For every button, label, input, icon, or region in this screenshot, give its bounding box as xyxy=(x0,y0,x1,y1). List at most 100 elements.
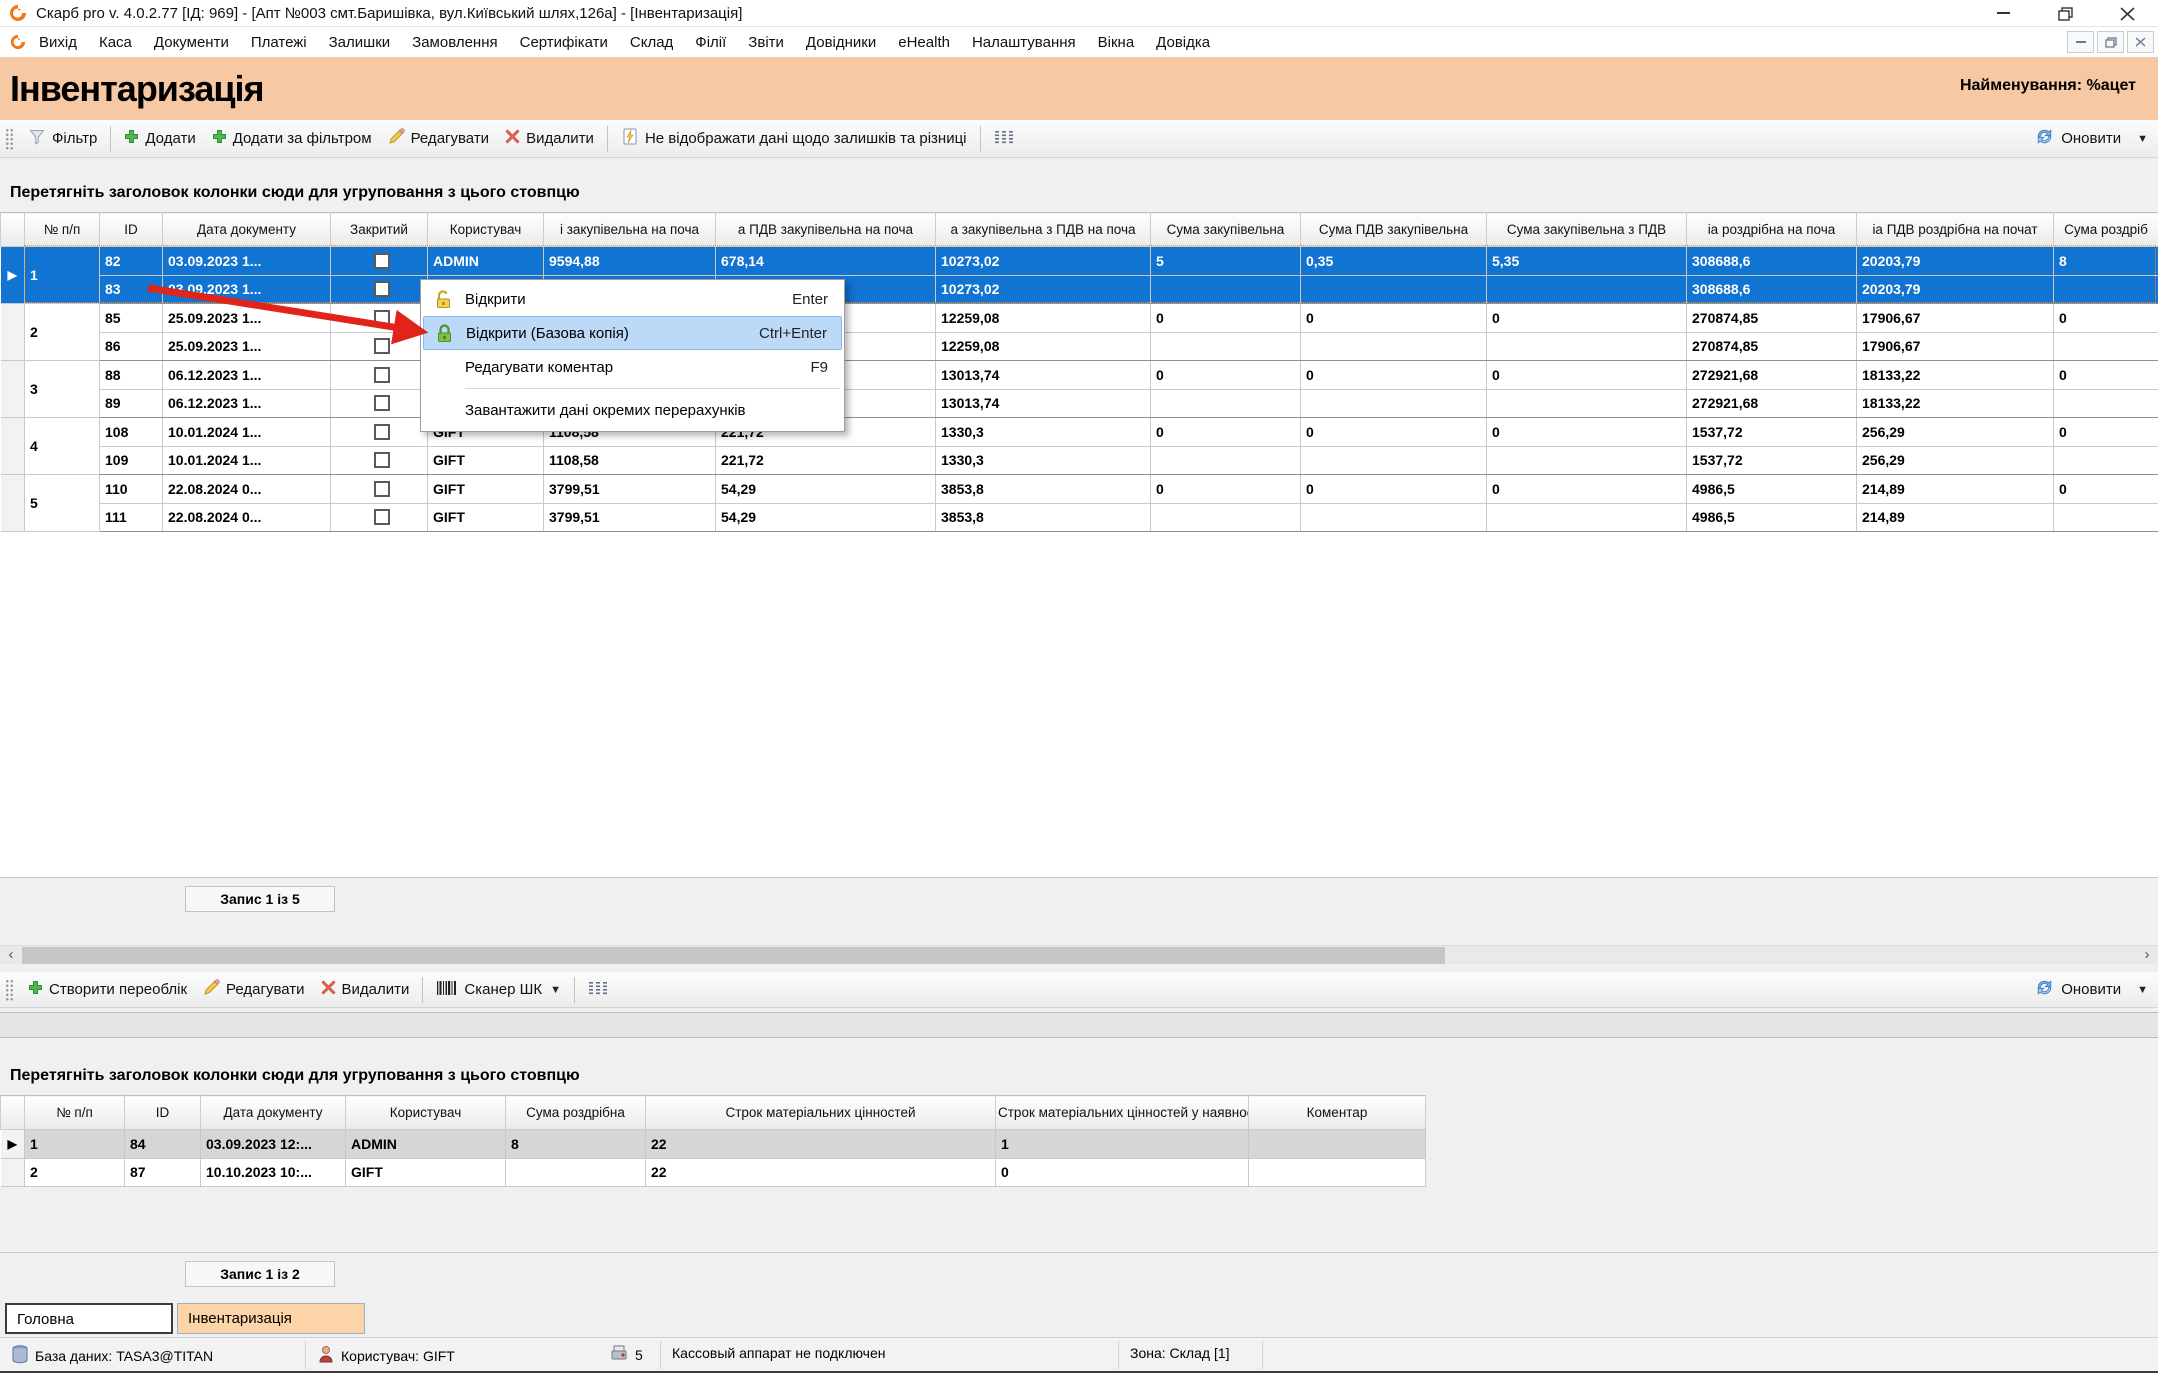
hide-residue-data-button[interactable]: Не відображати дані щодо залишків та різ… xyxy=(613,124,975,154)
cell-group-num[interactable]: 1 xyxy=(25,247,100,304)
closed-checkbox[interactable] xyxy=(374,281,390,297)
refresh-button[interactable]: Оновити xyxy=(2026,973,2129,1006)
menu-item-payments[interactable]: Платежі xyxy=(251,34,307,51)
header-sum-retail[interactable]: Сума роздріб xyxy=(2054,213,2158,247)
menu-item-windows[interactable]: Вікна xyxy=(1098,34,1135,51)
scroll-right-icon[interactable]: › xyxy=(2136,946,2158,965)
menu-item-branches[interactable]: Філії xyxy=(695,34,726,51)
pencil-icon xyxy=(203,979,220,1000)
cell-group-num[interactable]: 5 xyxy=(25,475,100,532)
header-closed[interactable]: Закритий xyxy=(331,213,428,247)
context-menu-item-edit-comment[interactable]: Редагувати коментар F9 xyxy=(423,350,842,384)
context-menu-item-load-recount-data[interactable]: Завантажити дані окремих перерахунків xyxy=(423,393,842,427)
menu-item-orders[interactable]: Замовлення xyxy=(412,34,497,51)
closed-checkbox[interactable] xyxy=(374,395,390,411)
header-vat-retail-start[interactable]: іа ПДВ роздрібна на почат xyxy=(1857,213,2054,247)
lock-open-yellow-icon xyxy=(423,290,465,309)
scanner-dropdown-caret: ▼ xyxy=(550,984,561,996)
menu-item-documents[interactable]: Документи xyxy=(154,34,229,51)
add-button[interactable]: Додати xyxy=(116,125,203,152)
menu-item-ehealth[interactable]: eHealth xyxy=(898,34,950,51)
table-row: 89 06.12.2023 1... 13013,74 272921,68 18… xyxy=(1,389,2158,418)
restore-button[interactable] xyxy=(2034,0,2096,27)
page-banner: Інвентаризація Найменування: %ацет xyxy=(0,57,2158,120)
menu-item-warehouse[interactable]: Склад xyxy=(630,34,673,51)
refresh-dropdown-caret[interactable]: ▼ xyxy=(2137,133,2148,145)
create-recount-button[interactable]: Створити переоблік xyxy=(20,976,195,1003)
menu-item-exit[interactable]: Вихід xyxy=(39,34,77,51)
header-user[interactable]: Користувач xyxy=(346,1096,506,1130)
main-toolbar: Фільтр Додати Додати за фільтром Редагув… xyxy=(0,120,2158,158)
mdi-minimize-button[interactable] xyxy=(2067,31,2094,53)
header-comment[interactable]: Коментар xyxy=(1249,1096,1426,1130)
closed-checkbox[interactable] xyxy=(374,367,390,383)
toolbar-drag-handle[interactable] xyxy=(5,128,14,150)
header-sum-retail[interactable]: Сума роздрібна xyxy=(506,1096,646,1130)
scroll-left-icon[interactable]: ‹ xyxy=(0,946,22,965)
closed-checkbox[interactable] xyxy=(374,424,390,440)
menu-item-directories[interactable]: Довідники xyxy=(806,34,876,51)
closed-checkbox[interactable] xyxy=(374,452,390,468)
status-bar: База даних: TASA3@TITAN Користувач: GIFT… xyxy=(0,1337,2158,1371)
menu-item-stock[interactable]: Залишки xyxy=(329,34,391,51)
closed-checkbox[interactable] xyxy=(374,338,390,354)
menu-item-settings[interactable]: Налаштування xyxy=(972,34,1076,51)
row-indicator: ▶ xyxy=(1,1130,25,1159)
closed-checkbox[interactable] xyxy=(374,481,390,497)
add-by-filter-button[interactable]: Додати за фільтром xyxy=(204,125,380,152)
menu-item-reports[interactable]: Звіти xyxy=(748,34,784,51)
edit-button[interactable]: Редагувати xyxy=(380,124,498,153)
header-id[interactable]: ID xyxy=(125,1096,201,1130)
user-icon xyxy=(318,1345,334,1366)
cell-group-num[interactable]: 4 xyxy=(25,418,100,475)
tab-inventory[interactable]: Інвентаризація xyxy=(177,1303,365,1334)
tab-home[interactable]: Головна xyxy=(5,1303,173,1334)
mdi-close-button[interactable] xyxy=(2127,31,2154,53)
toolbar-drag-handle[interactable] xyxy=(5,979,14,1001)
refresh-button[interactable]: Оновити xyxy=(2026,122,2129,155)
filter-button[interactable]: Фільтр xyxy=(20,124,105,154)
header-date[interactable]: Дата документу xyxy=(201,1096,346,1130)
header-retail-start[interactable]: іа роздрібна на поча xyxy=(1687,213,1857,247)
cell-group-num[interactable]: 2 xyxy=(25,304,100,361)
context-menu-item-open[interactable]: Відкрити Enter xyxy=(423,282,842,316)
context-menu-item-open-base-copy[interactable]: Відкрити (Базова копія) Ctrl+Enter xyxy=(423,316,842,350)
menu-item-certificates[interactable]: Сертифікати xyxy=(520,34,608,51)
scrollbar-thumb[interactable] xyxy=(22,947,1445,964)
header-date[interactable]: Дата документу xyxy=(163,213,331,247)
horizontal-scrollbar[interactable]: ‹ › xyxy=(0,945,2158,964)
inventory-grid: № п/п ID Дата документу Закритий Користу… xyxy=(0,212,2158,877)
header-purchase-start[interactable]: і закупівельна на поча xyxy=(544,213,716,247)
edit-button[interactable]: Редагувати xyxy=(195,975,313,1004)
column-chooser-button[interactable] xyxy=(986,125,1022,153)
header-material-rows[interactable]: Строк матеріальних цінностей xyxy=(646,1096,996,1130)
header-num[interactable]: № п/п xyxy=(25,1096,125,1130)
header-sum-vat-purchase[interactable]: Сума ПДВ закупівельна xyxy=(1301,213,1487,247)
header-vat-purchase-start[interactable]: а ПДВ закупівельна на поча xyxy=(716,213,936,247)
closed-checkbox[interactable] xyxy=(374,509,390,525)
column-chooser-button[interactable] xyxy=(580,976,616,1004)
header-sum-purchase-with-vat[interactable]: Сума закупівельна з ПДВ xyxy=(1487,213,1687,247)
header-sum-purchase[interactable]: Сума закупівельна xyxy=(1151,213,1301,247)
barcode-scanner-button[interactable]: Сканер ШК ▼ xyxy=(428,976,569,1004)
header-num[interactable]: № п/п xyxy=(25,213,100,247)
minimize-button[interactable] xyxy=(1972,0,2034,27)
delete-button[interactable]: Видалити xyxy=(313,976,418,1003)
menu-item-kasa[interactable]: Каса xyxy=(99,34,132,51)
columns-icon xyxy=(994,129,1014,149)
mdi-restore-button[interactable] xyxy=(2097,31,2124,53)
cell-group-num[interactable]: 3 xyxy=(25,361,100,418)
closed-checkbox[interactable] xyxy=(374,253,390,269)
table-row: 86 25.09.2023 1... 12259,08 270874,85 17… xyxy=(1,332,2158,361)
header-material-rows-available[interactable]: Строк матеріальних цінностей у наявності xyxy=(996,1096,1249,1130)
menu-item-help[interactable]: Довідка xyxy=(1156,34,1210,51)
refresh-dropdown-caret[interactable]: ▼ xyxy=(2137,984,2148,996)
header-user[interactable]: Користувач xyxy=(428,213,544,247)
delete-button[interactable]: Видалити xyxy=(497,125,602,152)
closed-checkbox[interactable] xyxy=(374,310,390,326)
header-purchase-with-vat-start[interactable]: а закупівельна з ПДВ на поча xyxy=(936,213,1151,247)
close-button[interactable] xyxy=(2096,0,2158,27)
cash-register-status: Кассовый аппарат не подключен xyxy=(672,1345,886,1361)
header-id[interactable]: ID xyxy=(100,213,163,247)
print-queue-icon xyxy=(610,1345,628,1364)
